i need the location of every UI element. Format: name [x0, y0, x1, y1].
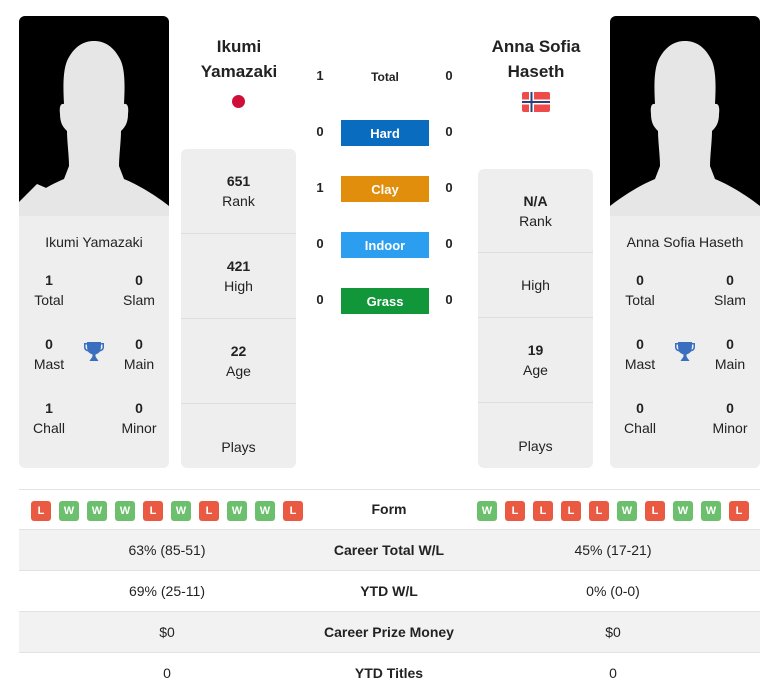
form-label: Form: [371, 501, 407, 517]
player1-card-name[interactable]: Ikumi Yamazaki: [19, 234, 169, 250]
h2h-p2-value: 0: [445, 292, 453, 307]
row-label: Career Total W/L: [333, 542, 445, 558]
player2-form-badge-win[interactable]: W: [701, 501, 721, 521]
h2h-row-grass: 0 Grass 0: [300, 288, 470, 314]
player2-form-badge-win[interactable]: W: [617, 501, 637, 521]
player1-value: 69% (25-11): [128, 583, 205, 599]
surface-badge-grass[interactable]: Grass: [341, 288, 429, 314]
player1-age: 22 Age: [181, 319, 296, 404]
comparison-row-career-wl: 63% (85-51) Career Total W/L 45% (17-21): [19, 530, 760, 571]
player2-titles: 0 Total 0 Slam 0 Mast 0 Main 0 Chall 0 Minor: [610, 270, 760, 462]
h2h-p1-value: 0: [316, 124, 324, 139]
player1-slam-titles: 0 Slam: [123, 272, 155, 308]
comparison-row-ytd-titles: 0 YTD Titles 0: [19, 653, 760, 694]
player2-photo: [610, 16, 760, 216]
player1-form-badge-win[interactable]: W: [227, 501, 247, 521]
player1-rank: 651 Rank: [181, 149, 296, 234]
player2-form: WLLLLWLWWL: [477, 501, 749, 521]
player1-form-badge-loss[interactable]: L: [283, 501, 303, 521]
player1-form-badge-loss[interactable]: L: [143, 501, 163, 521]
player1-form-badge-win[interactable]: W: [115, 501, 135, 521]
player2-form-badge-loss[interactable]: L: [645, 501, 665, 521]
surface-badge-indoor[interactable]: Indoor: [341, 232, 429, 258]
player1-stats-card: 651 Rank 421 High 22 Age Plays: [181, 149, 296, 468]
player1-total-titles: 1 Total: [34, 272, 64, 308]
h2h-p2-value: 0: [445, 180, 453, 195]
player2-chall-titles: 0 Chall: [624, 400, 656, 436]
player1-high: 421 High: [181, 234, 296, 319]
player2-name-heading[interactable]: Anna Sofia Haseth: [471, 34, 601, 84]
player2-form-badge-win[interactable]: W: [673, 501, 693, 521]
player1-form-badge-win[interactable]: W: [255, 501, 275, 521]
surface-badge-hard[interactable]: Hard: [341, 120, 429, 146]
player1-form-badge-win[interactable]: W: [59, 501, 79, 521]
player1-minor-titles: 0 Minor: [121, 400, 157, 436]
japan-flag-icon: [232, 95, 245, 108]
surface-label-total: Total: [371, 70, 399, 84]
player2-value: 0: [609, 665, 617, 681]
player2-total-titles: 0 Total: [625, 272, 655, 308]
player1-mast-titles: 0 Mast: [33, 336, 65, 372]
h2h-p1-value: 0: [316, 292, 324, 307]
player2-rank: N/A Rank: [478, 169, 593, 253]
h2h-row-hard: 0 Hard 0: [300, 120, 470, 146]
player2-age: 19 Age: [478, 318, 593, 403]
player2-profile-card: Anna Sofia Haseth 0 Total 0 Slam 0 Mast 0 Ma…: [610, 16, 760, 468]
player1-form: LWWWLWLWWL: [31, 501, 303, 521]
row-label: YTD Titles: [354, 665, 424, 681]
player2-form-badge-loss[interactable]: L: [729, 501, 749, 521]
player1-name-heading[interactable]: Ikumi Yamazaki: [174, 34, 304, 84]
player2-slam-titles: 0 Slam: [714, 272, 746, 308]
player2-stats-card: N/A Rank High 19 Age Plays: [478, 169, 593, 468]
player1-plays: Plays: [221, 438, 256, 455]
h2h-p1-value: 1: [316, 68, 324, 83]
player2-form-badge-loss[interactable]: L: [589, 501, 609, 521]
player1-form-badge-win[interactable]: W: [87, 501, 107, 521]
player2-minor-titles: 0 Minor: [712, 400, 748, 436]
h2h-p1-value: 1: [316, 180, 324, 195]
row-label: YTD W/L: [360, 583, 418, 599]
player2-value: 45% (17-21): [574, 542, 652, 558]
h2h-p1-value: 0: [316, 236, 324, 251]
player1-profile-card: Ikumi Yamazaki 1 Total 0 Slam 0 Mast 0 Main …: [19, 16, 169, 468]
h2h-p2-value: 0: [445, 124, 453, 139]
surface-badge-clay[interactable]: Clay: [341, 176, 429, 202]
player1-value: $0: [159, 624, 175, 640]
silhouette-icon: [19, 41, 169, 216]
h2h-p2-value: 0: [445, 68, 453, 83]
player2-high: High: [478, 253, 593, 318]
player2-plays: Plays: [518, 437, 553, 454]
player1-form-badge-loss[interactable]: L: [199, 501, 219, 521]
player2-card-name[interactable]: Anna Sofia Haseth: [610, 234, 760, 250]
trophy-icon: [84, 342, 104, 361]
player2-value: 0% (0-0): [586, 583, 640, 599]
player2-value: $0: [605, 624, 621, 640]
player1-chall-titles: 1 Chall: [33, 400, 65, 436]
h2h-p2-value: 0: [445, 236, 453, 251]
player2-form-badge-win[interactable]: W: [477, 501, 497, 521]
player1-form-badge-win[interactable]: W: [171, 501, 191, 521]
player1-form-badge-loss[interactable]: L: [31, 501, 51, 521]
row-label: Career Prize Money: [324, 624, 454, 640]
player1-value: 0: [163, 665, 171, 681]
player2-main-titles: 0 Main: [714, 336, 746, 372]
comparison-row-ytd-wl: 69% (25-11) YTD W/L 0% (0-0): [19, 571, 760, 612]
player2-mast-titles: 0 Mast: [624, 336, 656, 372]
norway-flag-icon: [522, 92, 550, 112]
h2h-row-clay: 1 Clay 0: [300, 176, 470, 202]
comparison-row-prize-money: $0 Career Prize Money $0: [19, 612, 760, 653]
player2-form-badge-loss[interactable]: L: [561, 501, 581, 521]
h2h-row-total: 1 Total 0: [300, 64, 470, 90]
trophy-icon: [675, 342, 695, 361]
player1-value: 63% (85-51): [128, 542, 206, 558]
player2-form-badge-loss[interactable]: L: [505, 501, 525, 521]
player1-photo: [19, 16, 169, 216]
player1-titles: 1 Total 0 Slam 0 Mast 0 Main 1 Chall 0 Minor: [19, 270, 169, 462]
player2-form-badge-loss[interactable]: L: [533, 501, 553, 521]
player1-main-titles: 0 Main: [123, 336, 155, 372]
silhouette-icon: [610, 41, 760, 216]
form-row: LWWWLWLWWL Form WLLLLWLWWL: [19, 489, 760, 530]
h2h-row-indoor: 0 Indoor 0: [300, 232, 470, 258]
